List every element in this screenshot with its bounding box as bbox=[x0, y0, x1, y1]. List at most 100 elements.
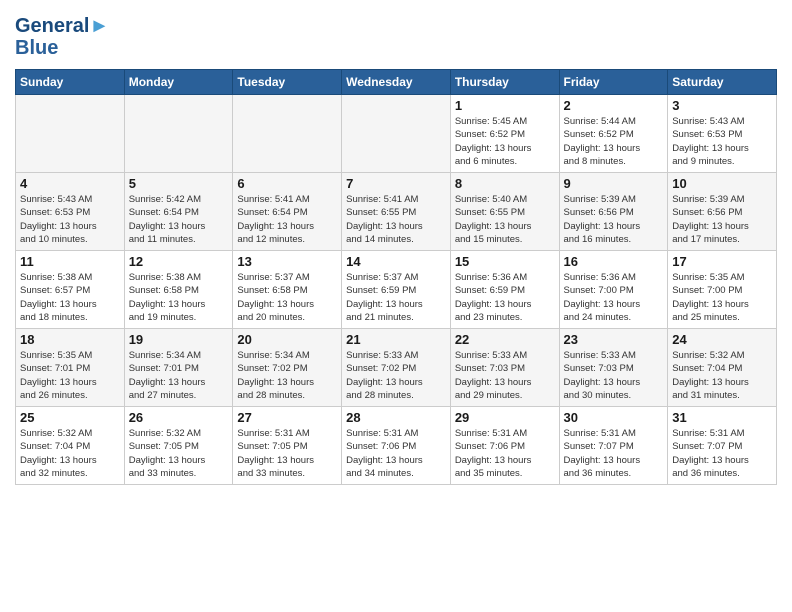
calendar-cell: 29 Sunrise: 5:31 AM Sunset: 7:06 PM Dayli… bbox=[450, 407, 559, 485]
calendar-week-2: 4 Sunrise: 5:43 AM Sunset: 6:53 PM Daylig… bbox=[16, 173, 777, 251]
calendar-cell: 8 Sunrise: 5:40 AM Sunset: 6:55 PM Daylig… bbox=[450, 173, 559, 251]
day-info: Sunrise: 5:31 AM Sunset: 7:05 PM Dayligh… bbox=[237, 427, 337, 480]
day-info: Sunrise: 5:39 AM Sunset: 6:56 PM Dayligh… bbox=[564, 193, 664, 246]
day-info: Sunrise: 5:41 AM Sunset: 6:54 PM Dayligh… bbox=[237, 193, 337, 246]
calendar-cell: 25 Sunrise: 5:32 AM Sunset: 7:04 PM Dayli… bbox=[16, 407, 125, 485]
calendar-cell: 15 Sunrise: 5:36 AM Sunset: 6:59 PM Dayli… bbox=[450, 251, 559, 329]
day-number: 2 bbox=[564, 98, 664, 113]
col-header-wednesday: Wednesday bbox=[342, 70, 451, 95]
col-header-thursday: Thursday bbox=[450, 70, 559, 95]
day-info: Sunrise: 5:35 AM Sunset: 7:00 PM Dayligh… bbox=[672, 271, 772, 324]
calendar-cell bbox=[124, 95, 233, 173]
day-number: 10 bbox=[672, 176, 772, 191]
day-info: Sunrise: 5:34 AM Sunset: 7:01 PM Dayligh… bbox=[129, 349, 229, 402]
day-number: 19 bbox=[129, 332, 229, 347]
day-number: 11 bbox=[20, 254, 120, 269]
day-number: 20 bbox=[237, 332, 337, 347]
calendar-week-1: 1Sunrise: 5:45 AM Sunset: 6:52 PM Daylig… bbox=[16, 95, 777, 173]
day-info: Sunrise: 5:37 AM Sunset: 6:58 PM Dayligh… bbox=[237, 271, 337, 324]
calendar-cell: 22 Sunrise: 5:33 AM Sunset: 7:03 PM Dayli… bbox=[450, 329, 559, 407]
day-info: Sunrise: 5:40 AM Sunset: 6:55 PM Dayligh… bbox=[455, 193, 555, 246]
day-info: Sunrise: 5:39 AM Sunset: 6:56 PM Dayligh… bbox=[672, 193, 772, 246]
calendar-week-3: 11 Sunrise: 5:38 AM Sunset: 6:57 PM Dayli… bbox=[16, 251, 777, 329]
calendar-cell bbox=[342, 95, 451, 173]
day-number: 25 bbox=[20, 410, 120, 425]
col-header-monday: Monday bbox=[124, 70, 233, 95]
day-info: Sunrise: 5:34 AM Sunset: 7:02 PM Dayligh… bbox=[237, 349, 337, 402]
day-number: 13 bbox=[237, 254, 337, 269]
calendar-cell: 4 Sunrise: 5:43 AM Sunset: 6:53 PM Daylig… bbox=[16, 173, 125, 251]
col-header-saturday: Saturday bbox=[668, 70, 777, 95]
logo-blue: Blue bbox=[15, 37, 109, 59]
day-info: Sunrise: 5:31 AM Sunset: 7:06 PM Dayligh… bbox=[455, 427, 555, 480]
day-number: 28 bbox=[346, 410, 446, 425]
calendar-cell: 7 Sunrise: 5:41 AM Sunset: 6:55 PM Daylig… bbox=[342, 173, 451, 251]
calendar-cell bbox=[16, 95, 125, 173]
col-header-tuesday: Tuesday bbox=[233, 70, 342, 95]
day-number: 23 bbox=[564, 332, 664, 347]
calendar-cell: 17 Sunrise: 5:35 AM Sunset: 7:00 PM Dayli… bbox=[668, 251, 777, 329]
calendar-cell: 2 Sunrise: 5:44 AM Sunset: 6:52 PM Daylig… bbox=[559, 95, 668, 173]
logo: General► Blue bbox=[15, 15, 109, 59]
day-number: 29 bbox=[455, 410, 555, 425]
day-number: 17 bbox=[672, 254, 772, 269]
day-info: Sunrise: 5:38 AM Sunset: 6:57 PM Dayligh… bbox=[20, 271, 120, 324]
day-info: Sunrise: 5:43 AM Sunset: 6:53 PM Dayligh… bbox=[20, 193, 120, 246]
calendar-cell: 11 Sunrise: 5:38 AM Sunset: 6:57 PM Dayli… bbox=[16, 251, 125, 329]
day-number: 8 bbox=[455, 176, 555, 191]
day-number: 22 bbox=[455, 332, 555, 347]
calendar-cell: 30Sunrise: 5:31 AM Sunset: 7:07 PM Dayli… bbox=[559, 407, 668, 485]
day-info: Sunrise: 5:38 AM Sunset: 6:58 PM Dayligh… bbox=[129, 271, 229, 324]
day-number: 18 bbox=[20, 332, 120, 347]
calendar-cell: 14 Sunrise: 5:37 AM Sunset: 6:59 PM Dayli… bbox=[342, 251, 451, 329]
col-header-sunday: Sunday bbox=[16, 70, 125, 95]
day-info: Sunrise: 5:37 AM Sunset: 6:59 PM Dayligh… bbox=[346, 271, 446, 324]
header: General► Blue bbox=[15, 15, 777, 59]
calendar-cell: 10 Sunrise: 5:39 AM Sunset: 6:56 PM Dayli… bbox=[668, 173, 777, 251]
day-info: Sunrise: 5:44 AM Sunset: 6:52 PM Dayligh… bbox=[564, 115, 664, 168]
day-number: 27 bbox=[237, 410, 337, 425]
day-number: 5 bbox=[129, 176, 229, 191]
day-info: Sunrise: 5:42 AM Sunset: 6:54 PM Dayligh… bbox=[129, 193, 229, 246]
calendar-cell: 18 Sunrise: 5:35 AM Sunset: 7:01 PM Dayli… bbox=[16, 329, 125, 407]
day-info: Sunrise: 5:33 AM Sunset: 7:03 PM Dayligh… bbox=[455, 349, 555, 402]
day-info: Sunrise: 5:33 AM Sunset: 7:03 PM Dayligh… bbox=[564, 349, 664, 402]
calendar-cell: 26Sunrise: 5:32 AM Sunset: 7:05 PM Dayli… bbox=[124, 407, 233, 485]
calendar-cell: 3Sunrise: 5:43 AM Sunset: 6:53 PM Daylig… bbox=[668, 95, 777, 173]
calendar-table: SundayMondayTuesdayWednesdayThursdayFrid… bbox=[15, 69, 777, 485]
day-info: Sunrise: 5:31 AM Sunset: 7:07 PM Dayligh… bbox=[672, 427, 772, 480]
day-number: 4 bbox=[20, 176, 120, 191]
day-info: Sunrise: 5:36 AM Sunset: 7:00 PM Dayligh… bbox=[564, 271, 664, 324]
day-info: Sunrise: 5:32 AM Sunset: 7:04 PM Dayligh… bbox=[672, 349, 772, 402]
day-number: 16 bbox=[564, 254, 664, 269]
calendar-cell: 21Sunrise: 5:33 AM Sunset: 7:02 PM Dayli… bbox=[342, 329, 451, 407]
day-number: 9 bbox=[564, 176, 664, 191]
calendar-cell: 24 Sunrise: 5:32 AM Sunset: 7:04 PM Dayli… bbox=[668, 329, 777, 407]
day-number: 14 bbox=[346, 254, 446, 269]
calendar-cell: 20 Sunrise: 5:34 AM Sunset: 7:02 PM Dayli… bbox=[233, 329, 342, 407]
calendar-cell: 23 Sunrise: 5:33 AM Sunset: 7:03 PM Dayli… bbox=[559, 329, 668, 407]
page-container: General► Blue SundayMondayTuesdayWednesd… bbox=[0, 0, 792, 495]
calendar-cell: 27 Sunrise: 5:31 AM Sunset: 7:05 PM Dayli… bbox=[233, 407, 342, 485]
calendar-cell: 19 Sunrise: 5:34 AM Sunset: 7:01 PM Dayli… bbox=[124, 329, 233, 407]
calendar-cell: 9 Sunrise: 5:39 AM Sunset: 6:56 PM Daylig… bbox=[559, 173, 668, 251]
day-number: 6 bbox=[237, 176, 337, 191]
day-info: Sunrise: 5:35 AM Sunset: 7:01 PM Dayligh… bbox=[20, 349, 120, 402]
calendar-cell: 28Sunrise: 5:31 AM Sunset: 7:06 PM Dayli… bbox=[342, 407, 451, 485]
day-number: 31 bbox=[672, 410, 772, 425]
logo-text: General► bbox=[15, 15, 109, 37]
calendar-week-5: 25 Sunrise: 5:32 AM Sunset: 7:04 PM Dayli… bbox=[16, 407, 777, 485]
day-info: Sunrise: 5:32 AM Sunset: 7:04 PM Dayligh… bbox=[20, 427, 120, 480]
day-number: 15 bbox=[455, 254, 555, 269]
day-info: Sunrise: 5:36 AM Sunset: 6:59 PM Dayligh… bbox=[455, 271, 555, 324]
day-number: 1 bbox=[455, 98, 555, 113]
day-info: Sunrise: 5:41 AM Sunset: 6:55 PM Dayligh… bbox=[346, 193, 446, 246]
day-number: 30 bbox=[564, 410, 664, 425]
day-number: 26 bbox=[129, 410, 229, 425]
day-number: 7 bbox=[346, 176, 446, 191]
calendar-cell: 12Sunrise: 5:38 AM Sunset: 6:58 PM Dayli… bbox=[124, 251, 233, 329]
calendar-header-row: SundayMondayTuesdayWednesdayThursdayFrid… bbox=[16, 70, 777, 95]
calendar-cell: 31 Sunrise: 5:31 AM Sunset: 7:07 PM Dayli… bbox=[668, 407, 777, 485]
calendar-week-4: 18 Sunrise: 5:35 AM Sunset: 7:01 PM Dayli… bbox=[16, 329, 777, 407]
day-number: 24 bbox=[672, 332, 772, 347]
